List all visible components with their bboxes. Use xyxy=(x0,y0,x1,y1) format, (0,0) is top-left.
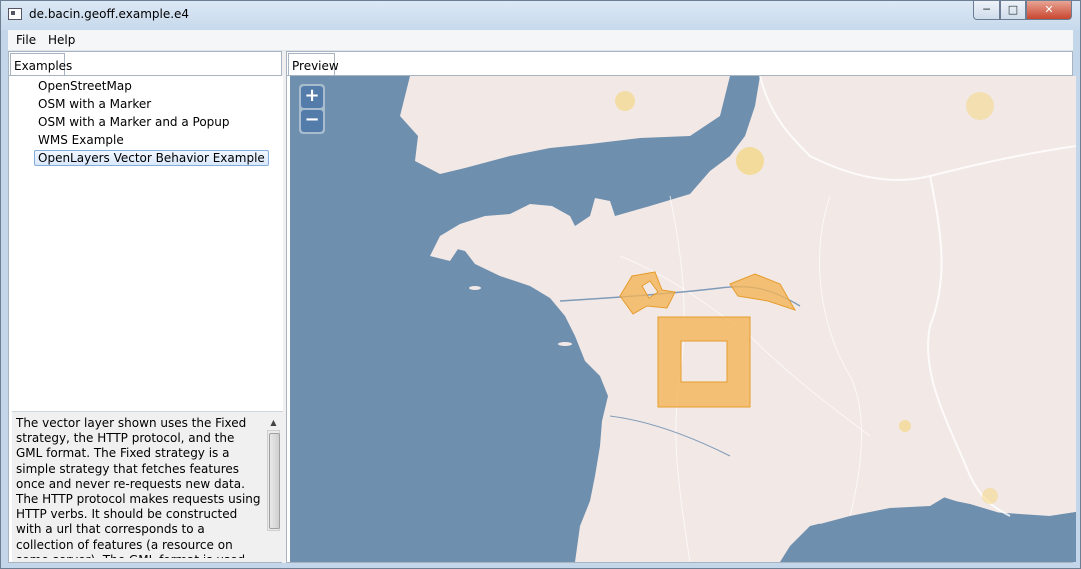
workbench-content: Examples OpenStreetMap OSM with a Marker… xyxy=(8,51,1076,563)
description-scrollbar[interactable] xyxy=(267,430,280,531)
island xyxy=(469,286,481,290)
maximize-button[interactable]: □ xyxy=(1000,1,1026,20)
tab-examples[interactable]: Examples xyxy=(10,53,72,75)
scroll-up-icon[interactable]: ▲ xyxy=(267,416,280,429)
window-title: de.bacin.geoff.example.e4 xyxy=(29,7,190,21)
urban-area xyxy=(966,92,994,120)
paris-urban xyxy=(736,147,764,175)
zoom-out-button[interactable]: − xyxy=(301,110,323,132)
preview-panel: Preview + − xyxy=(286,51,1076,563)
zoom-control: + − xyxy=(299,84,325,134)
title-bar[interactable]: de.bacin.geoff.example.e4 ─ □ ✕ xyxy=(1,1,1080,30)
description-text: The vector layer shown uses the Fixed st… xyxy=(16,416,261,558)
close-button[interactable]: ✕ xyxy=(1026,1,1072,20)
tab-preview[interactable]: Preview xyxy=(288,53,339,75)
urban-area xyxy=(899,420,911,432)
zoom-in-button[interactable]: + xyxy=(301,86,323,108)
list-item-selected[interactable]: OpenLayers Vector Behavior Example xyxy=(34,150,269,166)
menu-help[interactable]: Help xyxy=(48,33,75,47)
examples-panel: Examples OpenStreetMap OSM with a Marker… xyxy=(8,51,283,563)
list-item[interactable]: OSM with a Marker and a Popup xyxy=(34,114,234,130)
island xyxy=(558,342,572,346)
examples-tree: OpenStreetMap OSM with a Marker OSM with… xyxy=(12,76,283,411)
urban-area xyxy=(982,488,998,504)
list-item[interactable]: WMS Example xyxy=(34,132,128,148)
menu-bar: File Help xyxy=(8,30,1073,51)
minimize-button[interactable]: ─ xyxy=(973,1,1000,20)
menu-file[interactable]: File xyxy=(16,33,36,47)
list-item[interactable]: OSM with a Marker xyxy=(34,96,155,112)
map-canvas[interactable] xyxy=(290,76,1076,562)
scroll-thumb[interactable] xyxy=(269,433,280,529)
list-item[interactable]: OpenStreetMap xyxy=(34,78,136,94)
app-window: de.bacin.geoff.example.e4 ─ □ ✕ File Hel… xyxy=(0,0,1081,569)
app-icon xyxy=(8,8,22,20)
london-urban xyxy=(615,91,635,111)
description-area[interactable]: The vector layer shown uses the Fixed st… xyxy=(12,411,283,562)
map-view[interactable]: + − xyxy=(290,76,1076,562)
